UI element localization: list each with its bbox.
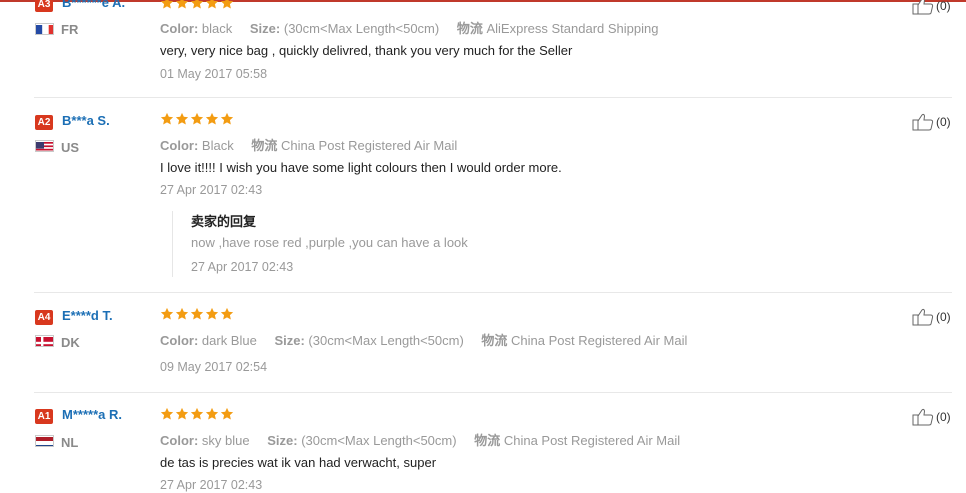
flag-fr-icon bbox=[35, 23, 54, 35]
star-icon bbox=[160, 307, 174, 320]
star-icon bbox=[190, 307, 204, 320]
order-attributes: Color: dark Blue Size: (30cm<Max Length<… bbox=[160, 333, 688, 348]
seller-reply: 卖家的回复 now ,have rose red ,purple ,you ca… bbox=[172, 211, 593, 277]
buyer-name[interactable]: E****d T. bbox=[62, 308, 113, 323]
star-icon bbox=[175, 407, 189, 420]
buyer-country: FR bbox=[61, 22, 79, 37]
seller-reply-text: now ,have rose red ,purple ,you can have… bbox=[191, 235, 468, 250]
order-attributes: Color: sky blue Size: (30cm<Max Length<5… bbox=[160, 433, 681, 448]
order-attributes: Color: black Size: (30cm<Max Length<50cm… bbox=[160, 21, 659, 36]
buyer-rank-badge: A2 bbox=[35, 115, 53, 130]
review-date: 09 May 2017 02:54 bbox=[160, 360, 268, 374]
star-icon bbox=[220, 0, 234, 9]
review-text: very, very nice bag , quickly delivred, … bbox=[160, 43, 573, 58]
helpful-button[interactable]: (0) bbox=[912, 308, 951, 328]
flag-dk-icon bbox=[35, 335, 54, 347]
star-rating bbox=[160, 407, 235, 423]
buyer-country: US bbox=[61, 140, 80, 155]
flag-us-icon bbox=[35, 140, 54, 152]
review-item: A1 M*****a R. NL Color: sky blue Size: (… bbox=[0, 393, 966, 493]
flag-nl-icon bbox=[35, 435, 54, 447]
star-icon bbox=[160, 0, 174, 9]
thumbs-up-icon bbox=[912, 308, 934, 326]
thumbs-up-icon bbox=[912, 0, 934, 15]
helpful-button[interactable]: (0) bbox=[912, 113, 951, 133]
buyer-rank-badge: A4 bbox=[35, 310, 53, 325]
star-icon bbox=[220, 307, 234, 320]
star-icon bbox=[205, 0, 219, 9]
star-icon bbox=[175, 0, 189, 9]
star-icon bbox=[205, 307, 219, 320]
star-icon bbox=[190, 407, 204, 420]
review-text: I love it!!!! I wish you have some light… bbox=[160, 160, 562, 175]
buyer-name[interactable]: M*****a R. bbox=[62, 407, 122, 422]
thumbs-up-icon bbox=[912, 113, 934, 131]
seller-reply-title: 卖家的回复 bbox=[191, 214, 257, 229]
star-icon bbox=[160, 407, 174, 420]
star-icon bbox=[175, 307, 189, 320]
star-icon bbox=[190, 0, 204, 9]
star-icon bbox=[160, 112, 174, 125]
buyer-rank-badge: A1 bbox=[35, 409, 53, 424]
helpful-count: (0) bbox=[936, 115, 951, 129]
review-text: de tas is precies wat ik van had verwach… bbox=[160, 455, 437, 470]
review-item: A4 E****d T. DK Color: dark Blue Size: (… bbox=[0, 293, 966, 392]
review-item: A3 B******e A. FR Color: black Size: (30… bbox=[0, 0, 966, 97]
helpful-count: (0) bbox=[936, 310, 951, 324]
buyer-country: DK bbox=[61, 335, 80, 350]
star-rating bbox=[160, 112, 235, 128]
helpful-count: (0) bbox=[936, 410, 951, 424]
helpful-count: (0) bbox=[936, 0, 951, 13]
star-icon bbox=[220, 407, 234, 420]
review-date: 01 May 2017 05:58 bbox=[160, 67, 268, 81]
star-icon bbox=[175, 112, 189, 125]
helpful-button[interactable]: (0) bbox=[912, 408, 951, 428]
star-icon bbox=[205, 407, 219, 420]
review-item: A2 B***a S. US Color: Black 物流 China Pos… bbox=[0, 98, 966, 292]
buyer-name[interactable]: B******e A. bbox=[62, 0, 125, 10]
buyer-rank-badge: A3 bbox=[35, 0, 53, 12]
star-icon bbox=[205, 112, 219, 125]
star-icon bbox=[190, 112, 204, 125]
review-date: 27 Apr 2017 02:43 bbox=[160, 183, 263, 197]
star-rating bbox=[160, 307, 235, 323]
star-icon bbox=[220, 112, 234, 125]
review-date: 27 Apr 2017 02:43 bbox=[160, 478, 263, 492]
thumbs-up-icon bbox=[912, 408, 934, 426]
star-rating bbox=[160, 0, 235, 12]
seller-reply-date: 27 Apr 2017 02:43 bbox=[191, 260, 294, 274]
helpful-button[interactable]: (0) bbox=[912, 0, 951, 17]
buyer-name[interactable]: B***a S. bbox=[62, 113, 110, 128]
order-attributes: Color: Black 物流 China Post Registered Ai… bbox=[160, 138, 458, 153]
buyer-country: NL bbox=[61, 435, 79, 450]
